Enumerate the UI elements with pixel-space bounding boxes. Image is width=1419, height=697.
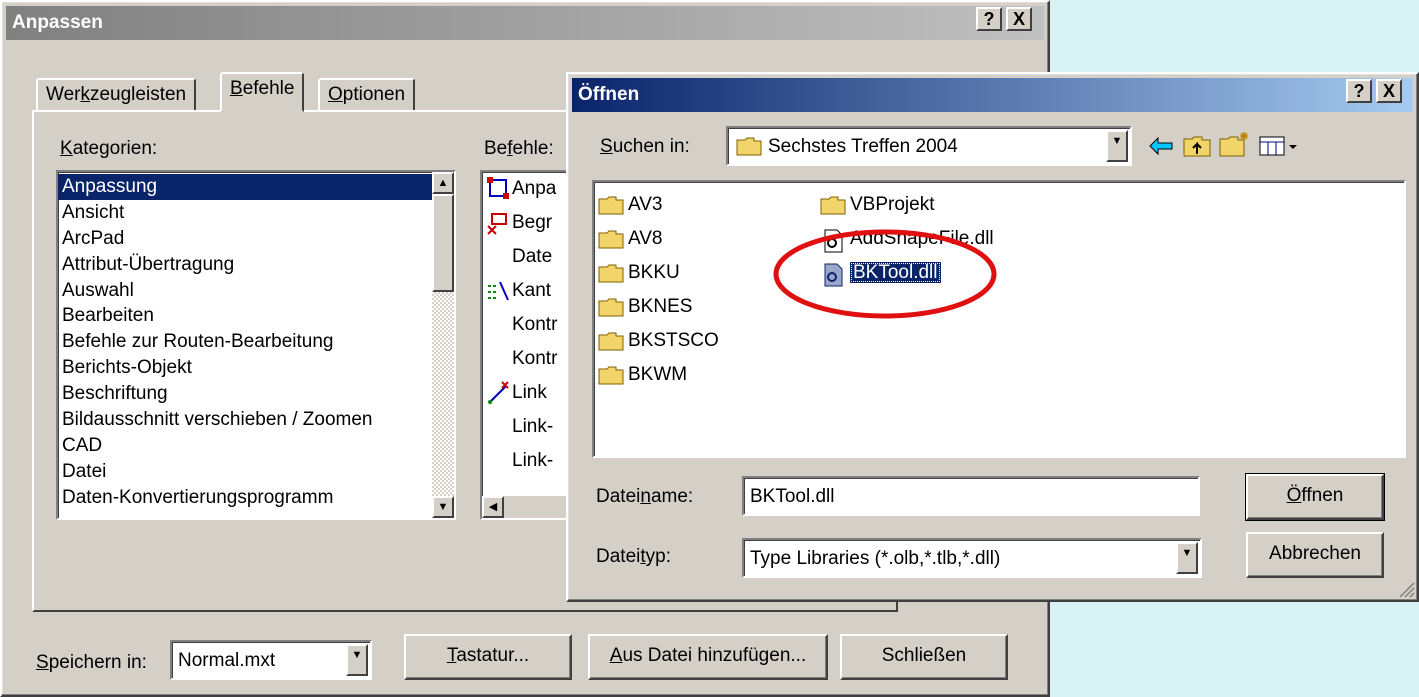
- customize-title: Anpassen: [12, 12, 103, 33]
- back-arrow-icon[interactable]: [1148, 134, 1176, 158]
- open-titlebar[interactable]: Öffnen: [572, 78, 1413, 112]
- commands-label: Befehle:: [484, 138, 554, 159]
- folder-icon: [736, 136, 762, 156]
- view-menu-icon[interactable]: [1258, 134, 1300, 158]
- look-in-select[interactable]: Sechstes Treffen 2004 ▼: [726, 126, 1132, 166]
- edge-icon: [486, 278, 512, 304]
- list-item[interactable]: Anpassung: [58, 174, 432, 200]
- open-help-button[interactable]: ?: [1346, 79, 1372, 103]
- scroll-down-icon[interactable]: ▼: [432, 496, 454, 518]
- folder-icon: [598, 365, 624, 385]
- list-item[interactable]: Beschriftung: [58, 381, 432, 407]
- cancel-button[interactable]: Abbrechen: [1246, 532, 1384, 578]
- folder-icon: [598, 263, 624, 283]
- filename-label: Dateiname:: [596, 486, 694, 507]
- folder-icon: [598, 195, 624, 215]
- filetype-value: Type Libraries (*.olb,*.tlb,*.dll): [750, 548, 1001, 569]
- list-item[interactable]: Daten-Konvertierungsprogramm: [58, 485, 432, 511]
- filename-field[interactable]: BKTool.dll: [742, 476, 1200, 516]
- list-item[interactable]: Bildausschnitt verschieben / Zoomen: [58, 407, 432, 433]
- boundary-icon: [486, 210, 512, 236]
- filetype-label: Dateityp:: [596, 546, 671, 567]
- open-button[interactable]: Öffnen: [1245, 473, 1385, 521]
- list-item[interactable]: Berichts-Objekt: [58, 355, 432, 381]
- tab-toolbars[interactable]: Werkzeugleisten: [36, 78, 197, 110]
- folder-icon: [598, 331, 624, 351]
- tab-commands[interactable]: Befehle: [220, 72, 305, 112]
- add-from-file-button[interactable]: Aus Datei hinzufügen...: [588, 634, 828, 680]
- customize-help-button[interactable]: ?: [976, 7, 1002, 31]
- up-folder-icon[interactable]: [1182, 134, 1212, 158]
- folder-item[interactable]: VBProjekt: [820, 190, 934, 220]
- look-in-value: Sechstes Treffen 2004: [768, 136, 958, 157]
- folder-item[interactable]: BKWM: [598, 360, 687, 390]
- folder-icon: [598, 297, 624, 317]
- list-item[interactable]: Befehle zur Routen-Bearbeitung: [58, 329, 432, 355]
- link-icon: [486, 380, 512, 406]
- highlight-ellipse: [772, 226, 998, 326]
- new-folder-icon[interactable]: [1218, 130, 1252, 158]
- categories-list[interactable]: Anpassung Ansicht ArcPad Attribut-Übertr…: [56, 170, 456, 520]
- save-in-label: Speichern in:: [36, 652, 147, 673]
- scroll-thumb[interactable]: [432, 194, 454, 292]
- file-list[interactable]: AV3 AV8 BKKU BKNES BKSTSCO BKWM VBProjek…: [592, 180, 1406, 458]
- list-item[interactable]: Datei: [58, 459, 432, 485]
- folder-item[interactable]: BKKU: [598, 258, 680, 288]
- keyboard-button[interactable]: Tastatur...: [404, 634, 572, 680]
- list-item[interactable]: Attribut-Übertragung: [58, 252, 432, 278]
- categories-label: Kategorien:: [60, 138, 158, 159]
- folder-item[interactable]: BKNES: [598, 292, 692, 322]
- folder-item[interactable]: AV3: [598, 190, 663, 220]
- resize-grip-icon[interactable]: [1397, 580, 1415, 598]
- list-item[interactable]: CAD: [58, 433, 432, 459]
- square-nodes-icon: [486, 176, 512, 202]
- list-item[interactable]: Bearbeiten: [58, 303, 432, 329]
- open-dialog: Öffnen ? X Suchen in: Sechstes Treffen 2…: [566, 72, 1419, 602]
- close-customize-button[interactable]: Schließen: [840, 634, 1008, 680]
- folder-icon: [598, 229, 624, 249]
- chevron-down-icon[interactable]: ▼: [346, 644, 368, 676]
- filetype-select[interactable]: Type Libraries (*.olb,*.tlb,*.dll) ▼: [742, 538, 1202, 578]
- chevron-down-icon[interactable]: ▼: [1106, 130, 1128, 162]
- list-item[interactable]: Ansicht: [58, 200, 432, 226]
- categories-scrollbar[interactable]: ▲ ▼: [432, 172, 454, 518]
- open-close-button[interactable]: X: [1376, 79, 1402, 103]
- scroll-left-icon[interactable]: ◀: [482, 496, 504, 518]
- filename-value: BKTool.dll: [750, 486, 835, 507]
- look-in-label: Suchen in:: [600, 136, 690, 157]
- customize-close-button[interactable]: X: [1006, 7, 1032, 31]
- categories-items: Anpassung Ansicht ArcPad Attribut-Übertr…: [58, 174, 432, 511]
- save-in-select[interactable]: Normal.mxt ▼: [170, 640, 372, 680]
- folder-icon: [820, 195, 846, 215]
- customize-titlebar[interactable]: Anpassen: [6, 6, 1044, 40]
- save-in-value: Normal.mxt: [178, 650, 276, 671]
- open-title: Öffnen: [578, 84, 640, 105]
- folder-item[interactable]: AV8: [598, 224, 663, 254]
- list-item[interactable]: Auswahl: [58, 278, 432, 304]
- list-item[interactable]: ArcPad: [58, 226, 432, 252]
- folder-item[interactable]: BKSTSCO: [598, 326, 719, 356]
- tab-options[interactable]: Optionen: [318, 78, 416, 110]
- scroll-up-icon[interactable]: ▲: [432, 172, 454, 194]
- chevron-down-icon[interactable]: ▼: [1176, 542, 1198, 574]
